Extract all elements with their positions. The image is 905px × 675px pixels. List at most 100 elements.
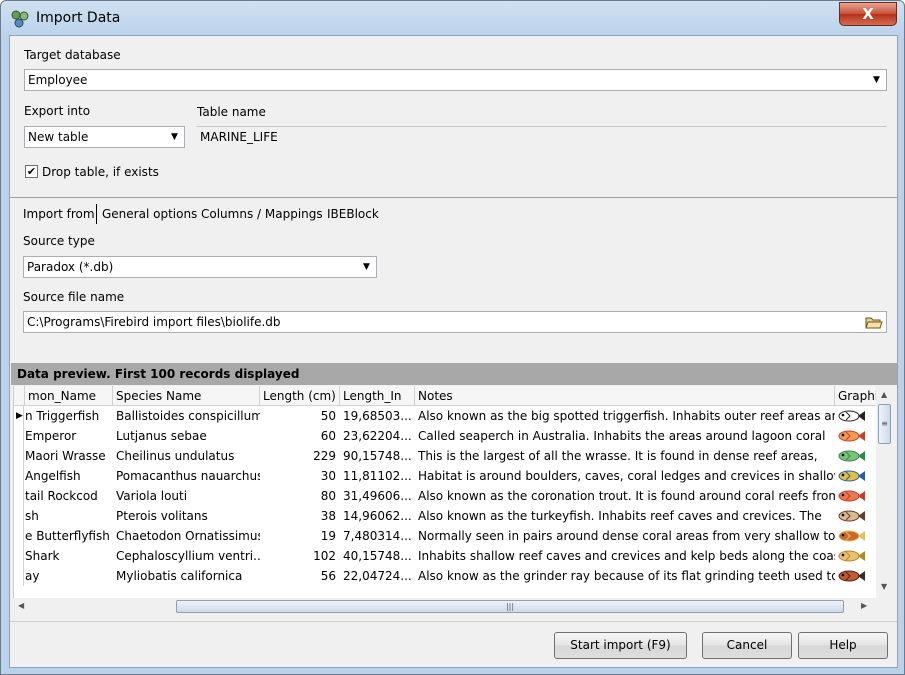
chevron-down-icon[interactable]: ▼ [358,258,375,276]
help-button[interactable]: Help [798,632,888,659]
chevron-down-icon[interactable]: ▼ [166,128,183,146]
cell-species-name[interactable]: Lutjanus sebae [116,426,260,446]
vertical-scrollbar[interactable]: ▲ ≡ ▼ [876,386,893,598]
cell-length-cm[interactable]: 56 [260,566,340,586]
cell-common-name[interactable]: ay [25,566,113,586]
cell-notes[interactable]: Also know as the grinder ray because of … [418,566,835,586]
fish-graphic-icon[interactable] [836,488,866,504]
cell-common-name[interactable]: Maori Wrasse [25,446,113,466]
fish-graphic-icon[interactable] [836,468,866,484]
source-type-select[interactable]: Paradox (*.db) ▼ [23,256,377,278]
row-indicator[interactable] [14,546,24,566]
scroll-right-icon[interactable]: ▶ [861,601,867,610]
fish-graphic-icon[interactable] [836,448,866,464]
cell-species-name[interactable]: Chaetodon Ornatissimus [116,526,260,546]
vertical-scroll-thumb[interactable]: ≡ [878,404,891,444]
table-row[interactable]: e Butterflyfish Chaetodon Ornatissimus 19 7… [14,526,876,546]
target-database-select[interactable]: Employee ▼ [24,69,887,91]
row-indicator[interactable] [14,526,24,546]
cell-length-cm[interactable]: 102 [260,546,340,566]
cell-common-name[interactable]: e Butterflyfish [25,526,113,546]
row-indicator[interactable] [14,446,24,466]
cell-notes[interactable]: Also known as the big spotted triggerfis… [418,406,835,426]
title-bar[interactable]: Import Data X [1,1,904,35]
cell-species-name[interactable]: Myliobatis californica [116,566,260,586]
cell-notes[interactable]: Also known as the coronation trout. It i… [418,486,835,506]
tab-columns-mappings[interactable]: Columns / Mappings [201,207,323,221]
cell-length-cm[interactable]: 80 [260,486,340,506]
column-header-length-in[interactable]: Length_In [340,386,415,406]
horizontal-scrollbar[interactable]: ◀ ||| ▶ [13,598,876,615]
cell-common-name[interactable]: Emperor [25,426,113,446]
tab-import-from[interactable]: Import from [23,207,95,221]
cell-length-in[interactable]: 14,96062... [343,506,415,526]
scroll-down-icon[interactable]: ▼ [881,582,887,591]
cell-length-cm[interactable]: 50 [260,406,340,426]
fish-graphic-icon[interactable] [836,528,866,544]
cell-common-name[interactable]: Shark [25,546,113,566]
cell-notes[interactable]: Also known as the turkeyfish. Inhabits r… [418,506,835,526]
column-header-notes[interactable]: Notes [415,386,835,406]
cell-notes[interactable]: This is the largest of all the wrasse. I… [418,446,835,466]
fish-graphic-icon[interactable] [836,568,866,584]
cell-species-name[interactable]: Pomacanthus nauarchus [116,466,260,486]
table-row[interactable]: ay Myliobatis californica 56 22,04724... Als… [14,566,876,586]
close-button[interactable]: X [839,2,897,26]
tab-ibeblock[interactable]: IBEBlock [327,207,379,221]
table-row[interactable]: ▶ n Triggerfish Ballistoides conspicillum 5… [14,406,876,426]
cell-species-name[interactable]: Variola louti [116,486,260,506]
column-header-graphic[interactable]: Graphi [835,386,876,406]
table-row[interactable]: Shark Cephaloscyllium ventri... 102 40,1574… [14,546,876,566]
row-indicator[interactable] [14,566,24,586]
data-preview-grid[interactable]: mon_Name Species Name Length (cm) Length… [13,386,876,598]
cell-species-name[interactable]: Cheilinus undulatus [116,446,260,466]
cell-length-cm[interactable]: 19 [260,526,340,546]
fish-graphic-icon[interactable] [836,548,866,564]
column-header-common-name[interactable]: mon_Name [25,386,113,406]
cell-species-name[interactable]: Cephaloscyllium ventri... [116,546,260,566]
cell-notes[interactable]: Called seaperch in Australia. Inhabits t… [418,426,835,446]
cell-common-name[interactable]: sh [25,506,113,526]
chevron-down-icon[interactable]: ▼ [868,71,885,89]
table-name-input[interactable]: MARINE_LIFE [196,126,887,148]
drop-table-checkbox[interactable]: ✔ [25,165,38,178]
table-row[interactable]: Angelfish Pomacanthus nauarchus 30 11,81102… [14,466,876,486]
cell-length-in[interactable]: 7,480314... [343,526,415,546]
cell-notes[interactable]: Habitat is around boulders, caves, coral… [418,466,835,486]
cell-length-cm[interactable]: 30 [260,466,340,486]
cell-common-name[interactable]: tail Rockcod [25,486,113,506]
cell-common-name[interactable]: n Triggerfish [25,406,113,426]
open-folder-icon[interactable] [865,314,883,330]
cell-common-name[interactable]: Angelfish [25,466,113,486]
cell-length-cm[interactable]: 60 [260,426,340,446]
cell-length-in[interactable]: 11,81102... [343,466,415,486]
cell-length-in[interactable]: 19,68503... [343,406,415,426]
fish-graphic-icon[interactable] [836,508,866,524]
fish-graphic-icon[interactable] [836,428,866,444]
table-row[interactable]: Emperor Lutjanus sebae 60 23,62204... Called… [14,426,876,446]
scroll-up-icon[interactable]: ▲ [881,390,887,399]
row-indicator[interactable]: ▶ [14,406,24,426]
tab-general-options[interactable]: General options [102,207,197,221]
fish-graphic-icon[interactable] [836,408,866,424]
cell-species-name[interactable]: Pterois volitans [116,506,260,526]
cell-length-in[interactable]: 40,15748... [343,546,415,566]
cell-length-in[interactable]: 22,04724... [343,566,415,586]
cell-length-in[interactable]: 31,49606... [343,486,415,506]
cell-length-in[interactable]: 90,15748... [343,446,415,466]
cell-notes[interactable]: Inhabits shallow reef caves and crevices… [418,546,835,566]
cell-length-cm[interactable]: 38 [260,506,340,526]
row-indicator[interactable] [14,426,24,446]
horizontal-scroll-thumb[interactable]: ||| [176,600,844,613]
cell-length-in[interactable]: 23,62204... [343,426,415,446]
start-import-button[interactable]: Start import (F9) [554,632,687,659]
source-file-input[interactable]: C:\Programs\Firebird import files\biolif… [23,311,887,333]
cell-notes[interactable]: Normally seen in pairs around dense cora… [418,526,835,546]
table-row[interactable]: tail Rockcod Variola louti 80 31,49606... Al… [14,486,876,506]
column-header-species-name[interactable]: Species Name [113,386,260,406]
row-indicator[interactable] [14,486,24,506]
row-indicator[interactable] [14,466,24,486]
cell-length-cm[interactable]: 229 [260,446,340,466]
table-row[interactable]: Maori Wrasse Cheilinus undulatus 229 90,157… [14,446,876,466]
table-row[interactable]: sh Pterois volitans 38 14,96062... Also know… [14,506,876,526]
